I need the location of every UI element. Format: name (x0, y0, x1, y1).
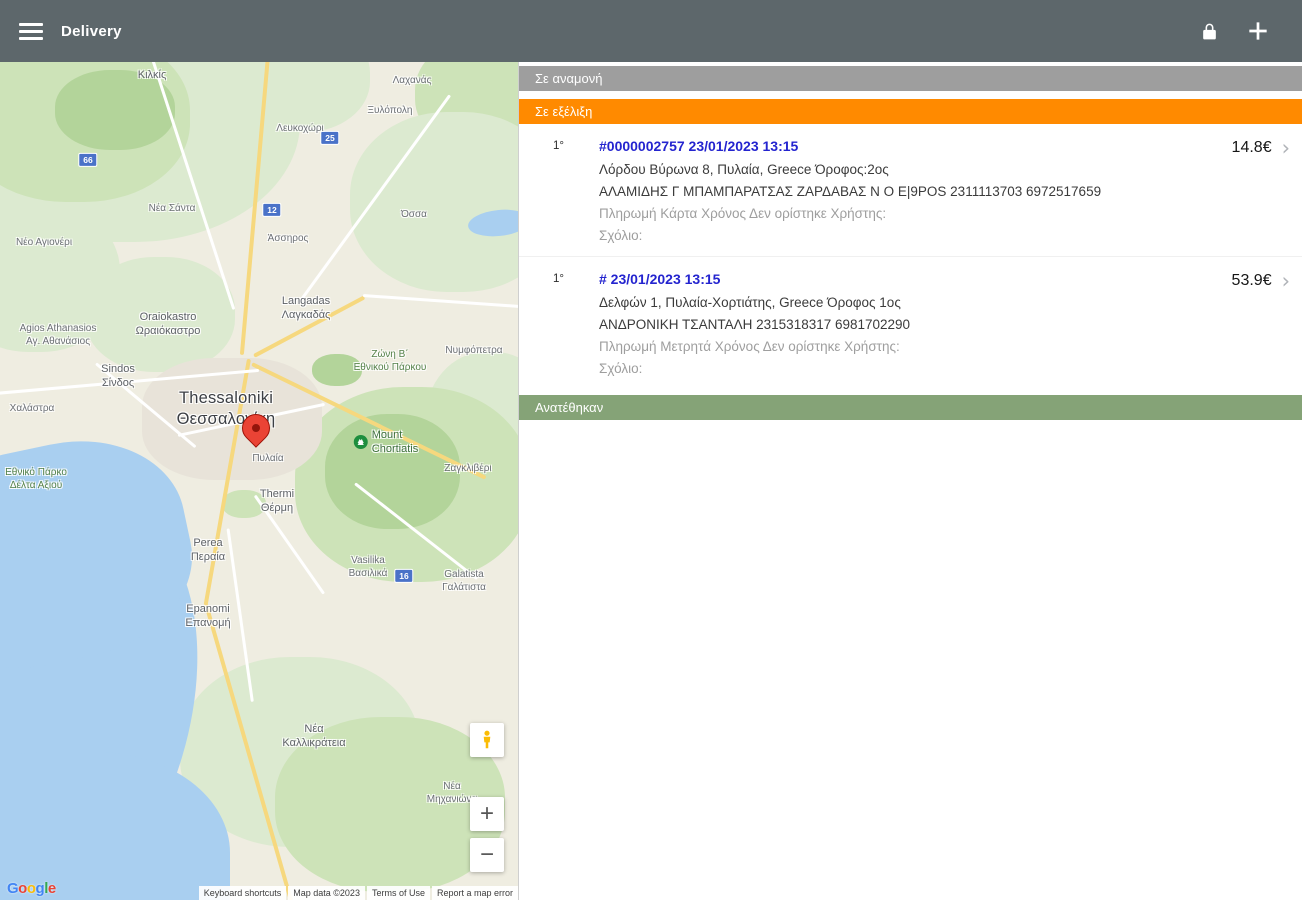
panel-empty-area (519, 420, 1302, 900)
order-row[interactable]: 1° #0000002757 23/01/2023 13:15 Λόρδου Β… (519, 124, 1302, 256)
map-label: Νέα Καλλικράτεια (282, 723, 346, 750)
map-label: Oraiokastro Ωραιόκαστρο (135, 311, 201, 338)
map-label: Κιλκίς (137, 69, 167, 81)
order-payment-info: Πληρωμή Μετρητά Χρόνος Δεν ορίστηκε Χρήσ… (599, 339, 900, 354)
map-label: Νυμφόπετρα (445, 345, 503, 356)
map-label: Agios Athanasios Αγ. Αθανάσιος (19, 323, 97, 347)
map-label: Όσσα (401, 209, 427, 220)
map-label: Λαχανάς (392, 75, 432, 86)
chevron-right-icon[interactable]: › (1282, 271, 1290, 292)
chevron-right-icon[interactable]: › (1282, 138, 1290, 159)
map-data-label: Map data ©2023 (288, 886, 365, 900)
map-label: Ζαγκλιβέρι (444, 463, 492, 474)
map-label: Langadas Λαγκαδάς (281, 295, 331, 322)
menu-icon[interactable] (19, 19, 43, 44)
order-customer: ΑΛΑΜΙΔΗΣ Γ ΜΠΑΜΠΑΡΑΤΣΑΣ ΖΑΡΔΑΒΑΣ Ν Ο Ε|9… (599, 184, 1102, 199)
section-header-assigned[interactable]: Ανατέθηκαν (519, 395, 1302, 420)
map-label: Ξυλόπολη (367, 105, 413, 116)
map-pin-icon (236, 408, 276, 448)
map[interactable]: Κιλκίς Λαχανάς Ξυλόπολη Λευκοχώρι Νέα Σάντα Ό… (0, 62, 518, 900)
app-bar: Delivery (0, 0, 1302, 62)
order-body: # 23/01/2023 13:15 Δελφών 1, Πυλαία-Χορτ… (599, 271, 1218, 383)
map-label: Sindos Σίνδος (101, 363, 135, 390)
order-payment-info: Πληρωμή Κάρτα Χρόνος Δεν ορίστηκε Χρήστη… (599, 206, 887, 221)
map-label: Galatista Γαλάτιστα (442, 569, 486, 593)
map-label: Ζώνη Β΄ Εθνικού Πάρκου (353, 349, 427, 373)
order-address: Δελφών 1, Πυλαία-Χορτιάτης, Greece Όροφο… (599, 295, 901, 310)
tree-icon (353, 435, 368, 450)
order-comment: Σχόλιο: (599, 228, 643, 243)
section-header-waiting[interactable]: Σε αναμονή (519, 66, 1302, 91)
order-price: 53.9€ (1231, 272, 1272, 289)
order-ordinal: 1° (553, 140, 564, 152)
app-root: Delivery Κιλκίς Λαχανάς Ξυλόπολη Λευκοχώρι Ν… (0, 0, 1302, 900)
map-label: Νέο Αγιονέρι (15, 237, 73, 248)
map-label: Άσσηρος (267, 233, 309, 244)
orders-panel: Σε αναμονή Σε εξέλιξη 1° #0000002757 23/… (518, 62, 1302, 900)
zoom-in-button[interactable]: + (470, 797, 504, 831)
road-shield: 16 (394, 568, 414, 584)
google-logo[interactable]: Google (7, 880, 56, 897)
orders-list: 1° #0000002757 23/01/2023 13:15 Λόρδου Β… (519, 124, 1302, 389)
section-header-in-progress[interactable]: Σε εξέλιξη (519, 99, 1302, 124)
map-marker[interactable] (236, 408, 276, 450)
map-labels: Κιλκίς Λαχανάς Ξυλόπολη Λευκοχώρι Νέα Σάντα Ό… (0, 62, 518, 900)
app-title: Delivery (61, 22, 122, 40)
zoom-out-button[interactable]: − (470, 838, 504, 872)
order-customer: ΑΝΔΡΟΝΙΚΗ ΤΣΑΝΤΑΛΗ 2315318317 6981702290 (599, 317, 911, 332)
terms-of-use-link[interactable]: Terms of Use (366, 886, 430, 900)
order-address: Λόρδου Βύρωνα 8, Πυλαία, Greece Όροφος:2… (599, 162, 889, 177)
order-body: #0000002757 23/01/2023 13:15 Λόρδου Βύρω… (599, 138, 1218, 250)
map-label: Λευκοχώρι (276, 123, 324, 134)
lock-icon[interactable] (1200, 21, 1219, 42)
main-content: Κιλκίς Λαχανάς Ξυλόπολη Λευκοχώρι Νέα Σάντα Ό… (0, 62, 1302, 900)
pegman-button[interactable] (470, 723, 504, 757)
order-comment: Σχόλιο: (599, 361, 643, 376)
order-title: #0000002757 23/01/2023 13:15 (599, 138, 799, 154)
add-icon[interactable] (1245, 18, 1271, 44)
keyboard-shortcuts-link[interactable]: Keyboard shortcuts (198, 886, 287, 900)
order-title: # 23/01/2023 13:15 (599, 271, 721, 287)
map-label: Perea Περαία (190, 537, 226, 564)
pegman-icon (483, 730, 491, 749)
map-label: Vasilika Βασιλικά (348, 555, 388, 579)
map-label: Mount Chortiatis (353, 428, 418, 457)
road-shield: 66 (78, 152, 98, 168)
map-label: Πυλαία (252, 453, 284, 464)
map-label: Εθνικό Πάρκο Δέλτα Αξιού (5, 467, 67, 491)
map-label: Νέα Σάντα (148, 203, 196, 214)
order-price: 14.8€ (1231, 139, 1272, 156)
road-shield: 12 (262, 202, 282, 218)
map-label: Χαλάστρα (9, 403, 55, 414)
order-ordinal: 1° (553, 273, 564, 285)
order-row[interactable]: 1° # 23/01/2023 13:15 Δελφών 1, Πυλαία-Χ… (519, 256, 1302, 389)
map-attribution: Keyboard shortcuts Map data ©2023 Terms … (197, 886, 518, 900)
map-label: Thermi Θέρμη (259, 488, 295, 515)
report-map-error-link[interactable]: Report a map error (431, 886, 518, 900)
appbar-actions (1200, 18, 1302, 44)
map-label: Epanomi Επανομή (185, 603, 231, 630)
